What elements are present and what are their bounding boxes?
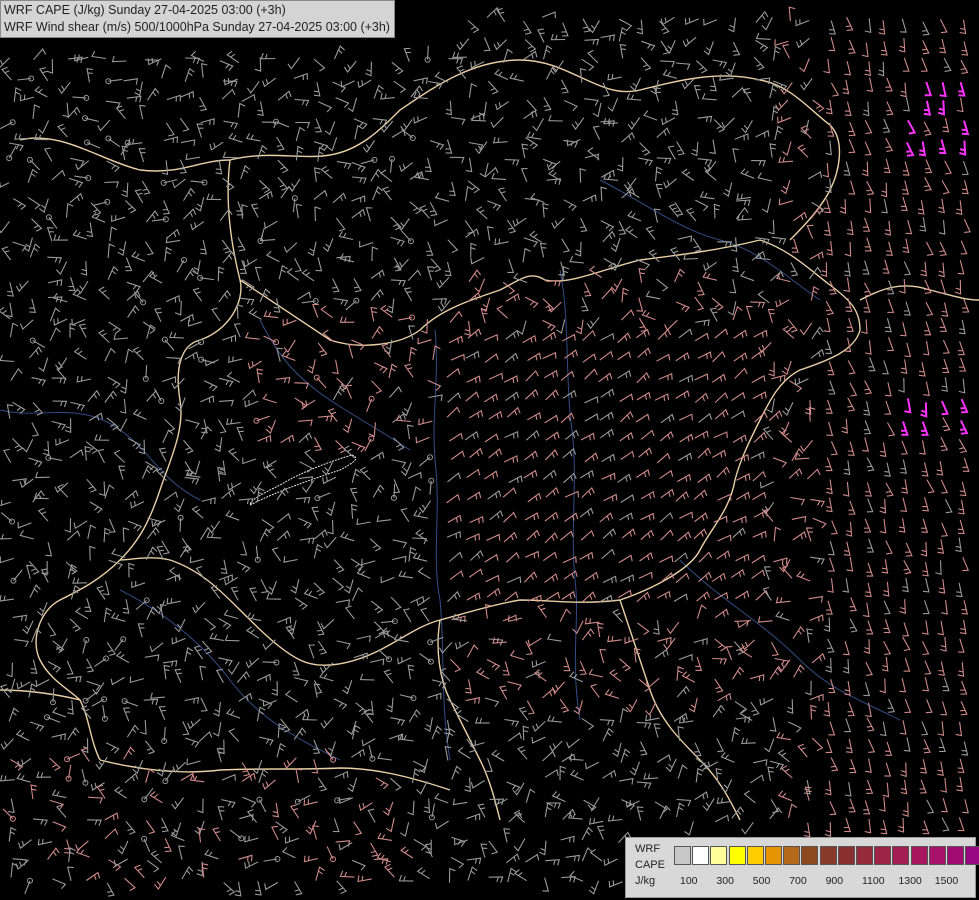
legend-tick-label: 500 — [752, 875, 771, 887]
legend-swatch — [928, 846, 946, 865]
legend-swatch — [892, 846, 910, 865]
map-canvas — [0, 0, 979, 900]
legend-swatch — [910, 846, 928, 865]
title-line-shear: WRF Wind shear (m/s) 500/1000hPa Sunday … — [4, 20, 390, 34]
legend-swatch — [746, 846, 764, 865]
legend-swatch — [837, 846, 855, 865]
legend-swatch — [965, 846, 979, 865]
legend-tick-label: 1100 — [862, 875, 885, 887]
legend-tick-label: 1300 — [898, 875, 922, 887]
legend-swatch — [765, 846, 782, 865]
legend-swatch — [801, 846, 819, 865]
legend-swatch — [819, 846, 837, 865]
legend-swatch — [728, 846, 746, 865]
map-title: WRF CAPE (J/kg) Sunday 27-04-2025 03:00 … — [0, 0, 395, 38]
wind-barb-shaft — [179, 517, 182, 532]
cape-legend: WRF CAPE J/kg 100 300 500 700 900 1100 1300 150… — [625, 837, 979, 898]
legend-tick-label: 300 — [716, 875, 734, 887]
legend-swatch — [856, 846, 873, 865]
legend-swatch — [692, 846, 710, 865]
wind-barb-shaft — [393, 483, 396, 498]
legend-tick-label: 100 — [680, 875, 698, 887]
title-line-cape: WRF CAPE (J/kg) Sunday 27-04-2025 03:00 … — [4, 3, 286, 17]
legend-label-cape: CAPE — [635, 859, 665, 871]
legend-swatch — [783, 846, 801, 865]
legend-tick-label: 700 — [789, 875, 807, 887]
legend-tick-label: 900 — [825, 875, 844, 887]
legend-swatch — [947, 846, 964, 865]
legend-swatch — [874, 846, 892, 865]
legend-swatch — [710, 846, 728, 865]
wind-barb-shaft — [427, 45, 429, 60]
legend-label-wrf: WRF — [635, 843, 661, 855]
legend-label-unit: J/kg — [635, 875, 656, 887]
wind-barb-shaft — [262, 661, 277, 664]
legend-swatch — [674, 846, 691, 865]
legend-tick-label: 1500 — [934, 875, 959, 887]
